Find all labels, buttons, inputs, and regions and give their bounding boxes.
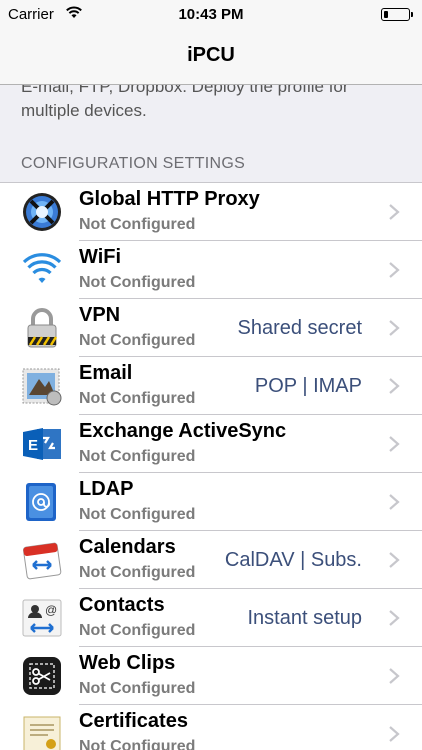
section-header: CONFIGURATION SETTINGS: [21, 155, 246, 172]
chevron-right-icon: [389, 262, 400, 278]
certificate-icon: [21, 713, 63, 750]
svg-text:E: E: [28, 437, 38, 454]
chevron-right-icon: [389, 610, 400, 626]
row-global-http-proxy[interactable]: Global HTTP Proxy Not Configured: [0, 183, 422, 241]
contacts-icon: @: [21, 597, 63, 639]
row-calendars[interactable]: Calendars Not Configured CalDAV | Subs.: [0, 531, 422, 589]
row-detail: Shared secret: [237, 317, 362, 339]
row-status: Not Configured: [79, 448, 196, 465]
chevron-right-icon: [389, 552, 400, 568]
chevron-right-icon: [389, 436, 400, 452]
lock-icon: [21, 307, 63, 349]
row-status: Not Configured: [79, 274, 196, 291]
row-title: Exchange ActiveSync: [79, 420, 287, 442]
row-title: LDAP: [79, 478, 134, 500]
row-status: Not Configured: [79, 564, 196, 581]
row-title: Calendars: [79, 536, 176, 558]
row-title: Certificates: [79, 710, 188, 732]
row-title: VPN: [79, 304, 121, 326]
row-status: Not Configured: [79, 738, 196, 750]
row-status: Not Configured: [79, 390, 196, 407]
row-title: Global HTTP Proxy: [79, 188, 260, 210]
chevron-right-icon: [389, 320, 400, 336]
battery-icon: [381, 8, 413, 21]
row-detail: POP | IMAP: [254, 375, 362, 397]
row-certificates[interactable]: Certificates Not Configured: [0, 705, 422, 750]
row-web-clips[interactable]: Web Clips Not Configured: [0, 647, 422, 705]
row-detail: CalDAV | Subs.: [224, 549, 362, 571]
chevron-right-icon: [389, 204, 400, 220]
ldap-at-icon: [21, 481, 63, 523]
settings-list: Global HTTP Proxy Not Configured WiFi No…: [0, 182, 422, 750]
svg-text:@: @: [45, 603, 57, 617]
row-title: WiFi: [79, 246, 122, 268]
row-contacts[interactable]: @ Contacts Not Configured Instant setup: [0, 589, 422, 647]
settings-scroll-view[interactable]: E-mail, FTP, Dropbox. Deploy the profile…: [0, 85, 422, 750]
row-status: Not Configured: [79, 680, 196, 697]
calendar-icon: [21, 539, 63, 581]
web-clip-scissors-icon: [21, 655, 63, 697]
row-vpn[interactable]: VPN Not Configured Shared secret: [0, 299, 422, 357]
row-status: Not Configured: [79, 216, 196, 233]
row-ldap[interactable]: LDAP Not Configured: [0, 473, 422, 531]
proxy-globe-icon: [21, 191, 63, 233]
chevron-right-icon: [389, 494, 400, 510]
row-title: Web Clips: [79, 652, 176, 674]
page-title: iPCU: [187, 44, 235, 66]
exchange-icon: E: [21, 423, 63, 465]
clock: 10:43 PM: [178, 6, 244, 23]
row-email[interactable]: Email Not Configured POP | IMAP: [0, 357, 422, 415]
description-text: E-mail, FTP, Dropbox. Deploy the profile…: [21, 85, 349, 120]
chevron-right-icon: [389, 668, 400, 684]
chevron-right-icon: [389, 726, 400, 742]
chevron-right-icon: [389, 378, 400, 394]
row-status: Not Configured: [79, 332, 196, 349]
row-status: Not Configured: [79, 622, 196, 639]
row-wifi[interactable]: WiFi Not Configured: [0, 241, 422, 299]
row-exchange-activesync[interactable]: E Exchange ActiveSync Not Configured: [0, 415, 422, 473]
mail-stamp-icon: [21, 365, 63, 407]
row-title: Contacts: [79, 594, 165, 616]
wifi-icon: [21, 249, 63, 291]
navigation-bar: iPCU: [0, 30, 422, 85]
row-detail: Instant setup: [247, 607, 362, 629]
status-bar: Carrier 10:43 PM: [0, 0, 422, 30]
row-title: Email: [79, 362, 133, 384]
row-status: Not Configured: [79, 506, 196, 523]
